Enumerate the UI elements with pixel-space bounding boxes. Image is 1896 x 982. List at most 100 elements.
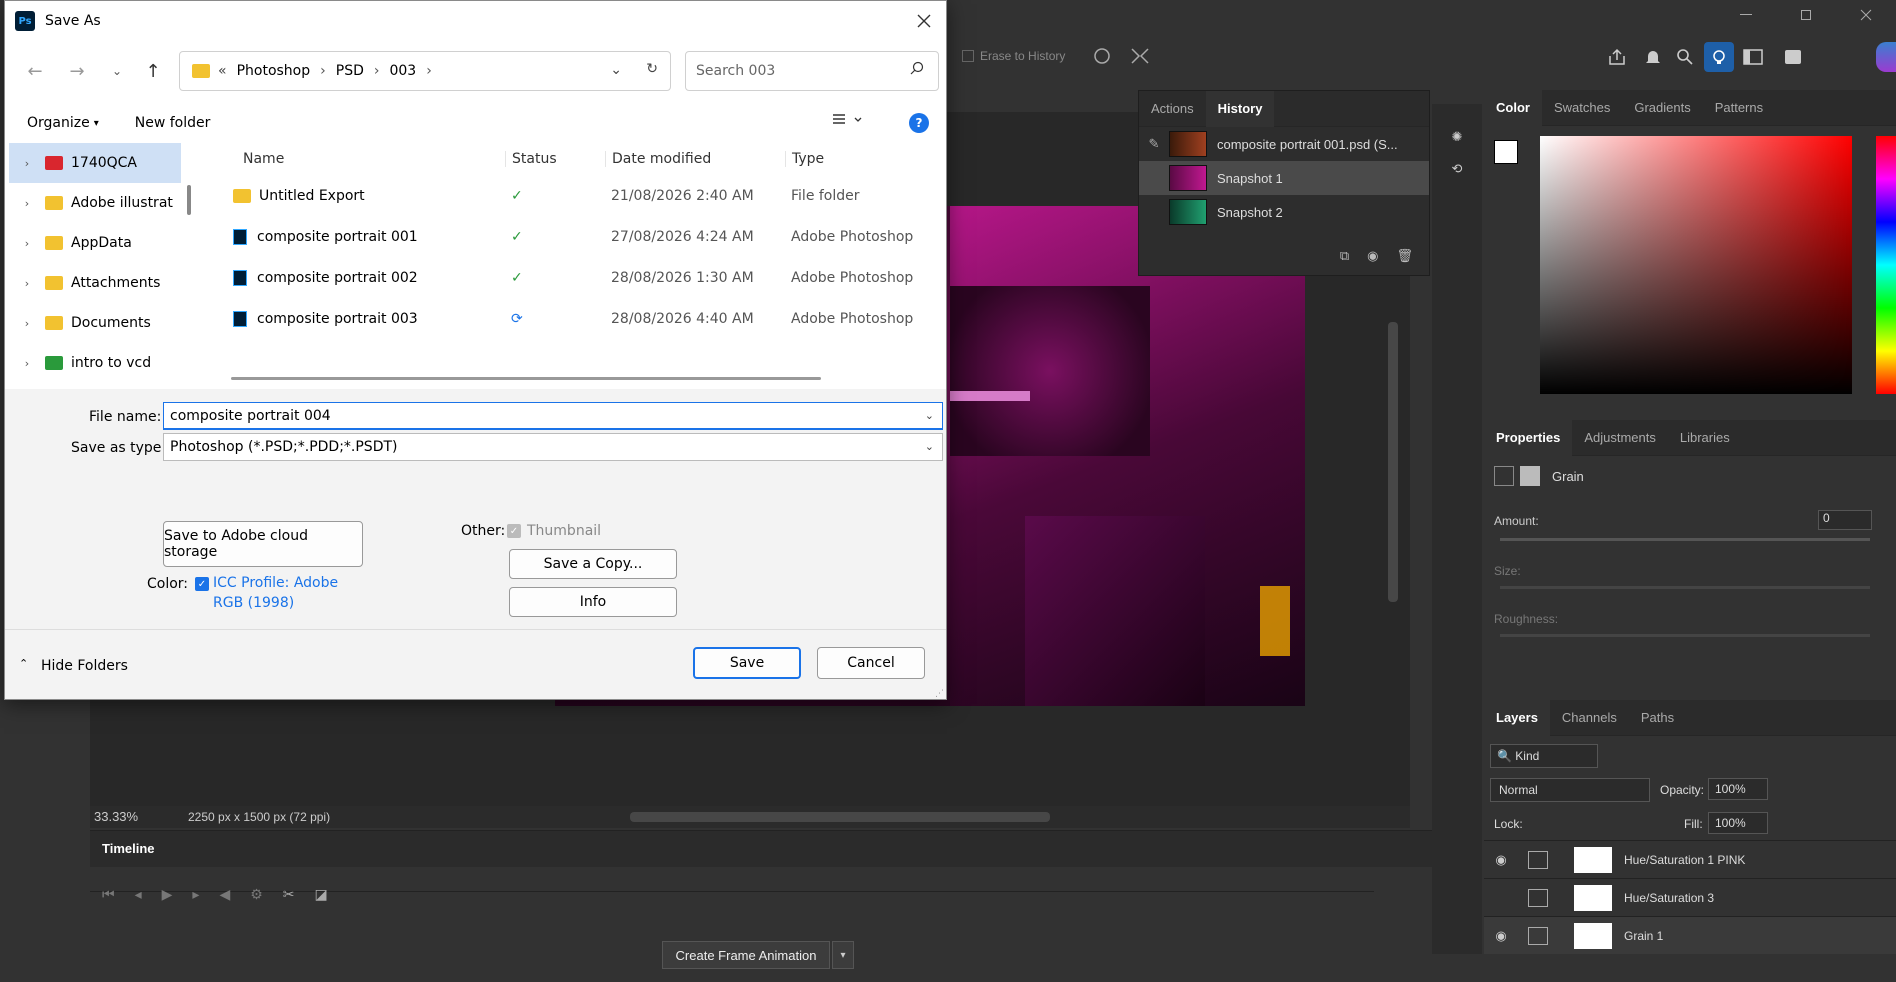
hue-slider[interactable] bbox=[1876, 136, 1896, 394]
tab-gradients[interactable]: Gradients bbox=[1622, 90, 1702, 126]
layer-mask-thumbnail[interactable] bbox=[1574, 884, 1612, 911]
document-info[interactable]: 2250 px x 1500 px (72 ppi) bbox=[188, 810, 330, 824]
timeline-tab[interactable]: Timeline bbox=[102, 841, 155, 856]
fill-input[interactable]: 100% bbox=[1708, 812, 1768, 834]
plugins-icon[interactable] bbox=[1780, 44, 1806, 70]
size-slider[interactable] bbox=[1500, 586, 1870, 589]
breadcrumb-003[interactable]: 003 bbox=[389, 63, 416, 79]
info-button[interactable]: Info bbox=[509, 587, 677, 617]
view-menu-icon[interactable] bbox=[833, 113, 863, 127]
search-icon[interactable] bbox=[1672, 44, 1698, 70]
blend-mode-select[interactable]: Normal bbox=[1490, 778, 1650, 802]
tab-color[interactable]: Color bbox=[1484, 89, 1542, 126]
history-item[interactable]: Snapshot 2 bbox=[1139, 195, 1429, 229]
roughness-slider[interactable] bbox=[1500, 634, 1870, 637]
eye-icon[interactable]: ◉ bbox=[1484, 928, 1518, 944]
restore-icon[interactable] bbox=[1776, 0, 1836, 30]
address-bar[interactable]: « Photoshop › PSD › 003 › ⌄ ↻ bbox=[179, 51, 671, 91]
icc-profile-label-line1[interactable]: ICC Profile: Adobe bbox=[213, 575, 338, 591]
amount-input[interactable]: 0 bbox=[1818, 510, 1872, 530]
layer-row[interactable]: ◉ Hue/Saturation 1 PINK bbox=[1484, 840, 1896, 878]
column-type[interactable]: Type bbox=[785, 151, 945, 167]
chevron-down-icon[interactable]: ⌄ bbox=[925, 409, 934, 422]
horizontal-scrollbar[interactable] bbox=[630, 812, 1050, 822]
file-row[interactable]: composite portrait 001 ✓ 27/08/2026 4:24… bbox=[205, 216, 946, 257]
file-list-scrollbar[interactable] bbox=[231, 377, 821, 380]
workspace-icon[interactable] bbox=[1740, 44, 1766, 70]
share-icon[interactable] bbox=[1604, 44, 1630, 70]
tab-adjustments[interactable]: Adjustments bbox=[1572, 420, 1668, 456]
nav-scrollbar[interactable] bbox=[187, 185, 191, 215]
save-button[interactable]: Save bbox=[693, 647, 801, 679]
play-icon[interactable]: ▶ bbox=[162, 886, 173, 903]
breadcrumb-psd[interactable]: PSD bbox=[336, 63, 364, 79]
address-overflow[interactable]: « bbox=[218, 63, 227, 79]
nav-item[interactable]: › intro to vcd bbox=[9, 343, 195, 383]
tab-properties[interactable]: Properties bbox=[1484, 419, 1573, 456]
nav-item[interactable]: › Adobe illustrat bbox=[9, 183, 195, 223]
expand-icon[interactable]: › bbox=[9, 357, 45, 370]
mask-icon[interactable] bbox=[1520, 466, 1540, 486]
audio-icon[interactable]: ◀ bbox=[219, 886, 230, 903]
chevron-down-icon[interactable]: ▾ bbox=[832, 941, 854, 969]
file-row[interactable]: composite portrait 003 ⟳ 28/08/2026 4:40… bbox=[205, 298, 946, 339]
amount-slider[interactable] bbox=[1500, 538, 1870, 541]
up-icon[interactable]: ↑ bbox=[139, 57, 167, 85]
organize-button[interactable]: Organize bbox=[27, 115, 90, 131]
close-window-icon[interactable] bbox=[1836, 0, 1896, 30]
cancel-button[interactable]: Cancel bbox=[817, 647, 925, 679]
help-icon[interactable]: ? bbox=[909, 113, 929, 133]
icc-profile-label-line2[interactable]: RGB (1998) bbox=[213, 595, 294, 611]
pressure-icon[interactable] bbox=[1090, 44, 1114, 68]
history-item[interactable]: ✎ composite portrait 001.psd (S... bbox=[1139, 127, 1429, 161]
chevron-up-icon[interactable]: ⌃ bbox=[19, 657, 28, 670]
tab-swatches[interactable]: Swatches bbox=[1542, 90, 1622, 126]
transition-icon[interactable]: ◪ bbox=[315, 886, 328, 903]
erase-to-history-checkbox[interactable] bbox=[962, 50, 974, 62]
chevron-down-icon[interactable]: ⌄ bbox=[610, 62, 622, 78]
chevron-down-icon[interactable]: ⌄ bbox=[925, 440, 934, 453]
nav-item[interactable]: › AppData bbox=[9, 223, 195, 263]
prev-frame-icon[interactable]: ◂ bbox=[135, 886, 142, 903]
close-icon[interactable] bbox=[912, 9, 936, 33]
tab-paths[interactable]: Paths bbox=[1629, 700, 1686, 736]
avatar[interactable] bbox=[1876, 42, 1896, 72]
file-name-field[interactable]: composite portrait 004 ⌄ bbox=[163, 402, 943, 430]
new-folder-button[interactable]: New folder bbox=[135, 115, 211, 131]
opacity-input[interactable]: 100% bbox=[1708, 778, 1768, 800]
refresh-icon[interactable]: ↻ bbox=[646, 61, 658, 77]
hide-folders-button[interactable]: Hide Folders bbox=[41, 658, 128, 674]
next-frame-icon[interactable]: ▸ bbox=[192, 886, 199, 903]
file-row[interactable]: Untitled Export ✓ 21/08/2026 2:40 AM Fil… bbox=[205, 175, 946, 216]
layer-row[interactable]: ◉ Grain 1 bbox=[1484, 916, 1896, 954]
breadcrumb-photoshop[interactable]: Photoshop bbox=[237, 63, 311, 79]
tab-patterns[interactable]: Patterns bbox=[1703, 90, 1775, 126]
color-field[interactable] bbox=[1540, 136, 1852, 394]
search-input[interactable]: Search 003 bbox=[685, 51, 939, 91]
layer-filter-select[interactable]: 🔍 Kind bbox=[1490, 744, 1598, 768]
save-type-select[interactable]: Photoshop (*.PSD;*.PDD;*.PSDT) ⌄ bbox=[163, 433, 943, 461]
recent-dropdown-icon[interactable]: ⌄ bbox=[103, 57, 131, 85]
nav-item[interactable]: › Attachments bbox=[9, 263, 195, 303]
new-document-icon[interactable]: ⧉ bbox=[1340, 248, 1349, 264]
expand-icon[interactable]: › bbox=[9, 277, 45, 290]
first-frame-icon[interactable]: ⏮ bbox=[102, 886, 115, 903]
back-icon[interactable]: ← bbox=[21, 57, 49, 85]
tab-libraries[interactable]: Libraries bbox=[1668, 420, 1742, 456]
column-date[interactable]: Date modified bbox=[605, 151, 785, 167]
scissors-icon[interactable]: ✂ bbox=[283, 886, 295, 903]
discover-lightbulb-icon[interactable] bbox=[1704, 42, 1734, 72]
file-row[interactable]: composite portrait 002 ✓ 28/08/2026 1:30… bbox=[205, 257, 946, 298]
camera-icon[interactable]: ◉ bbox=[1367, 248, 1378, 264]
nav-item[interactable]: › 1740QCA bbox=[9, 143, 181, 183]
column-name[interactable]: Name bbox=[205, 151, 505, 167]
tab-layers[interactable]: Layers bbox=[1484, 699, 1550, 736]
layer-row[interactable]: Hue/Saturation 3 bbox=[1484, 878, 1896, 916]
history-item[interactable]: Snapshot 1 bbox=[1139, 161, 1429, 195]
expand-icon[interactable]: › bbox=[9, 197, 45, 210]
history-icon[interactable]: ⟲ bbox=[1444, 156, 1470, 182]
settings-icon[interactable]: ⚙ bbox=[250, 886, 263, 903]
column-status[interactable]: Status bbox=[505, 151, 605, 167]
save-to-cloud-button[interactable]: Save to Adobe cloud storage bbox=[163, 521, 363, 567]
expand-icon[interactable]: › bbox=[9, 157, 45, 170]
